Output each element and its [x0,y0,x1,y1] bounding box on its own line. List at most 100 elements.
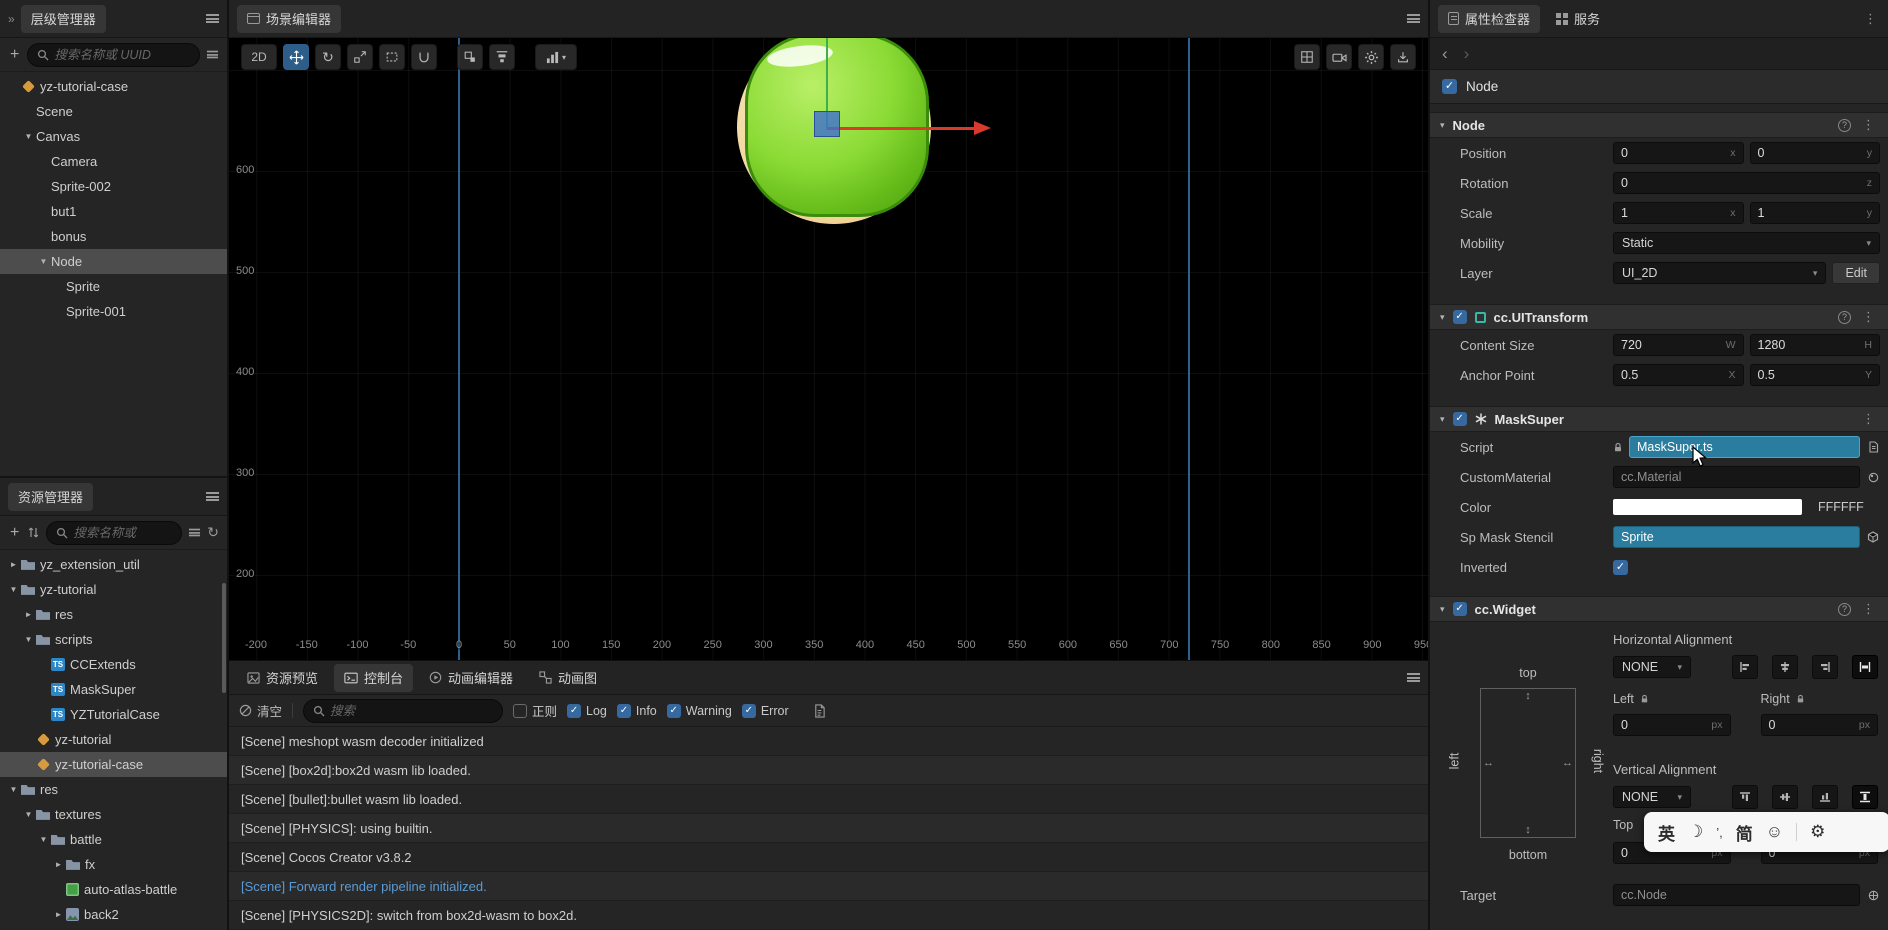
tab-asset-preview[interactable]: 资源预览 [237,664,328,692]
ime-punctuation-toggle[interactable]: ’, [1716,825,1723,840]
align-right-button[interactable] [1812,655,1838,679]
help-icon[interactable]: ? [1838,310,1851,324]
h-align-dropdown[interactable]: NONE ▾ [1613,656,1691,678]
console-menu-icon[interactable] [1407,673,1420,682]
section-menu-icon[interactable]: ⋮ [1859,117,1878,133]
tab-console[interactable]: 控制台 [334,663,414,692]
hierarchy-item-bonus[interactable]: bonus [0,224,227,249]
asset-item-MaskSuper[interactable]: TS MaskSuper [0,677,227,702]
hierarchy-filter-icon[interactable] [206,50,219,59]
tab-assets[interactable]: 资源管理器 [8,482,94,511]
align-left-button[interactable] [1732,655,1758,679]
console-log-line[interactable]: [Scene] meshopt wasm decoder initialized [229,727,1428,756]
gizmo-anchor-box[interactable] [814,111,840,137]
snap-tool-button[interactable] [457,44,483,70]
left-offset-field[interactable]: 0 px [1613,714,1731,736]
align-center-h-button[interactable] [1772,655,1798,679]
hierarchy-search-input[interactable] [54,47,190,62]
component-enabled-checkbox[interactable] [1452,602,1467,616]
ime-toolbar[interactable]: 英 ☽ ’, 简 ☺ ⚙ [1644,812,1888,852]
hierarchy-item-Canvas[interactable]: ▼ Canvas [0,124,227,149]
ime-simplified-toggle[interactable]: 简 [1736,820,1753,845]
expand-arrow-icon[interactable]: ► [6,560,21,569]
error-filter[interactable]: Error [741,703,789,718]
help-icon[interactable]: ? [1838,118,1851,132]
asset-item-battle[interactable]: ▼ battle [0,827,227,852]
node-picker-icon[interactable] [1866,531,1880,543]
rotate-tool-button[interactable]: ↻ [315,44,341,70]
error-checkbox[interactable] [741,703,756,718]
tab-hierarchy[interactable]: 层级管理器 [20,4,106,33]
hierarchy-item-Camera[interactable]: Camera [0,149,227,174]
tab-animation-graph[interactable]: 动画图 [529,664,607,692]
sp-mask-stencil-field[interactable]: Sprite [1613,526,1860,548]
section-uitransform[interactable]: ▾ cc.UITransform ? ⋮ [1430,304,1888,330]
scene-settings-button[interactable] [1358,44,1384,70]
asset-item-auto-atlas-battle[interactable]: auto-atlas-battle [0,877,227,902]
gizmo-x-axis[interactable] [827,120,991,135]
asset-item-CCExtends[interactable]: TS CCExtends [0,652,227,677]
position-y-field[interactable]: 0y [1749,142,1880,164]
collapse-arrow-icon[interactable]: ▼ [6,585,21,594]
hierarchy-item-Scene[interactable]: Scene [0,99,227,124]
collapse-arrow-icon[interactable]: ▼ [36,835,51,844]
ime-emoji-icon[interactable]: ☺ [1766,822,1783,842]
inverted-checkbox[interactable] [1613,559,1628,575]
inspector-menu-icon[interactable]: ⋮ [1861,11,1880,27]
content-height-field[interactable]: 1280 H [1749,334,1880,356]
log-filter[interactable]: Log [567,703,607,718]
color-hex-value[interactable]: FFFFFF [1808,500,1880,514]
nav-back-icon[interactable]: ‹ [1434,45,1456,62]
panel-collapse-icon[interactable]: » [8,12,15,26]
expand-arrow-icon[interactable]: ► [21,610,36,619]
export-button[interactable] [1390,44,1416,70]
regex-filter[interactable]: 正则 [513,701,557,720]
asset-item-yz_extension_util[interactable]: ► yz_extension_util [0,552,227,577]
hierarchy-item-but1[interactable]: but1 [0,199,227,224]
move-tool-button[interactable] [283,44,309,70]
rotation-z-field[interactable]: 0z [1613,172,1880,194]
collapse-arrow-icon[interactable]: ▼ [6,785,21,794]
ui-transform-tool-button[interactable] [411,44,437,70]
color-swatch[interactable] [1613,499,1802,515]
collapse-arrow-icon[interactable]: ▾ [1440,312,1445,323]
refresh-icon[interactable]: ↻ [207,524,219,541]
script-file-icon[interactable] [1866,441,1880,453]
hierarchy-item-Node[interactable]: ▼ Node [0,249,227,274]
collapse-arrow-icon[interactable]: ▾ [1440,120,1445,131]
grid-toggle-button[interactable] [1294,44,1320,70]
assets-search-input[interactable] [73,525,173,540]
right-offset-field[interactable]: 0 px [1760,714,1878,736]
create-node-button[interactable]: + [8,46,21,63]
node-picker-icon[interactable] [1866,890,1880,901]
collapse-arrow-icon[interactable]: ▾ [1440,604,1445,615]
scale-y-field[interactable]: 1y [1749,202,1880,224]
target-field[interactable]: cc.Node [1613,884,1860,906]
assets-menu-icon[interactable] [206,492,219,501]
log-checkbox[interactable] [567,703,582,718]
layer-edit-button[interactable]: Edit [1832,262,1880,284]
console-log-line[interactable]: [Scene] Forward render pipeline initiali… [229,872,1428,901]
material-picker-icon[interactable] [1866,472,1880,483]
scene-viewport[interactable]: 2D ↻ ▾ 600 500 400 300 200 -200 -150 -10… [229,38,1428,660]
align-bottom-button[interactable] [1812,785,1838,809]
hierarchy-item-Sprite-002[interactable]: Sprite-002 [0,174,227,199]
mode-2d-button[interactable]: 2D [241,44,277,70]
asset-item-fx[interactable]: ► fx [0,852,227,877]
hierarchy-item-Sprite[interactable]: Sprite [0,274,227,299]
section-masksuper[interactable]: ▾ MaskSuper ⋮ [1430,406,1888,432]
layer-dropdown[interactable]: UI_2D ▾ [1613,262,1827,284]
collapse-arrow-icon[interactable]: ▼ [21,810,36,819]
ime-language-toggle[interactable]: 英 [1658,820,1675,845]
custom-material-field[interactable]: cc.Material [1613,466,1860,488]
mobility-dropdown[interactable]: Static ▾ [1613,232,1880,254]
nav-forward-icon[interactable]: › [1456,45,1478,62]
assets-search[interactable] [46,520,183,545]
info-filter[interactable]: Info [616,703,657,718]
asset-item-yz-tutorial[interactable]: yz-tutorial [0,727,227,752]
console-log-line[interactable]: [Scene] [PHYSICS2D]: switch from box2d-w… [229,901,1428,930]
collapse-arrow-icon[interactable]: ▾ [1440,414,1445,425]
console-log-line[interactable]: [Scene] [PHYSICS]: using builtin. [229,814,1428,843]
console-search[interactable] [303,698,504,723]
warning-filter[interactable]: Warning [666,703,732,718]
